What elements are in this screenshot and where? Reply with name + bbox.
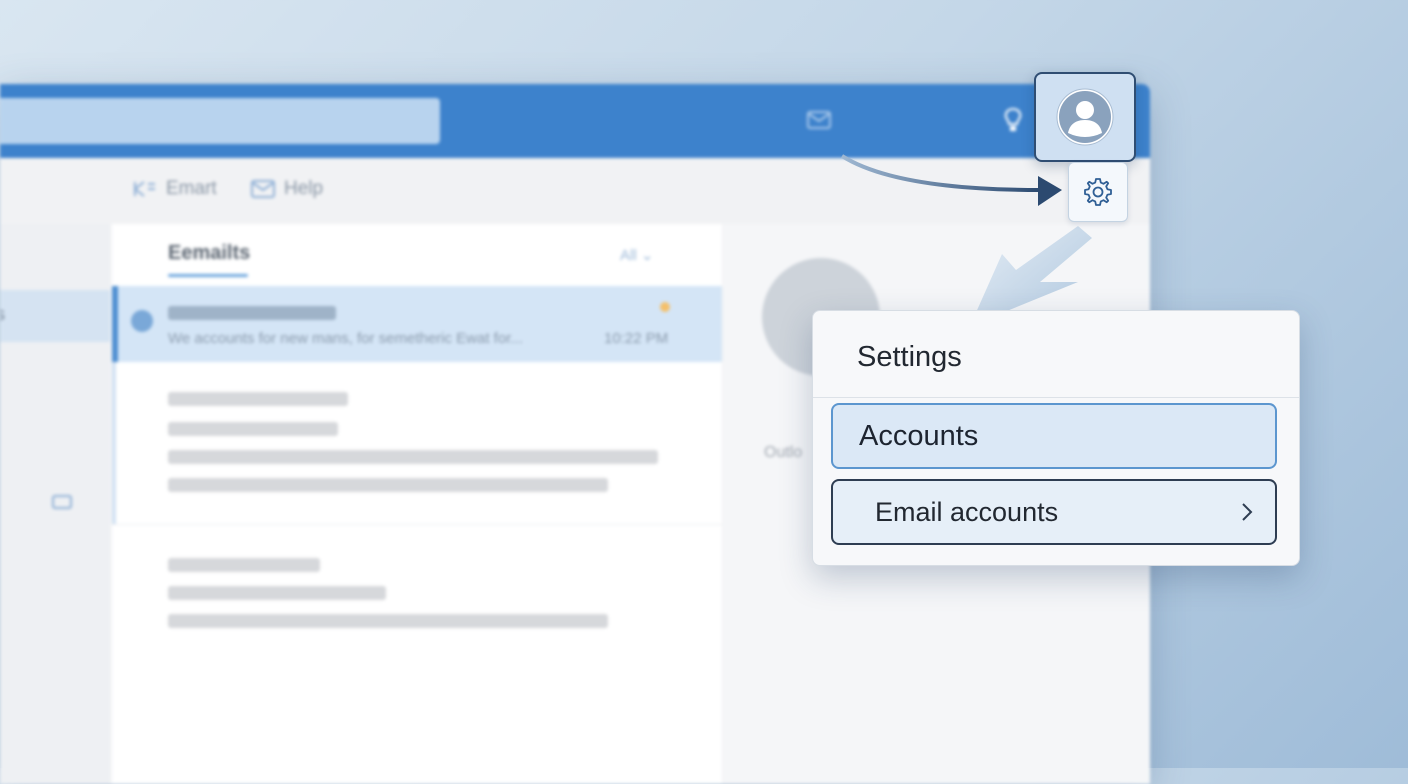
folder-item-selected[interactable] [0, 290, 110, 342]
selection-check-icon[interactable] [131, 310, 153, 332]
settings-gear-button[interactable] [1068, 162, 1128, 222]
avatar-icon [1056, 88, 1114, 146]
email-time: 10:22 PM [604, 330, 669, 347]
placeholder-line [168, 586, 386, 600]
help-command[interactable]: Help [250, 178, 323, 200]
popup-divider [813, 397, 1299, 398]
menu-item-label: Email accounts [875, 496, 1059, 527]
placeholder-line [168, 614, 608, 628]
title-bar [0, 84, 1150, 158]
menu-item-accounts[interactable]: Accounts [831, 403, 1277, 469]
selection-accent [112, 286, 118, 362]
placeholder-line [168, 478, 608, 492]
new-email-icon [134, 181, 155, 197]
command-label: Emart [166, 178, 217, 199]
list-accent-line [112, 362, 116, 524]
placeholder-line [168, 392, 348, 406]
folder-icon[interactable] [52, 494, 72, 510]
new-email-command[interactable]: Emart [132, 178, 217, 200]
settings-popup: Settings Accounts Email accounts [812, 310, 1300, 566]
email-list-pane: Eemailts All ⌄ We accounts for new mans,… [112, 224, 722, 784]
search-input[interactable] [0, 98, 440, 144]
reading-pane-label: Outlo [764, 444, 803, 461]
email-list-title[interactable]: Eemailts [168, 242, 250, 265]
mail-icon [251, 180, 275, 198]
lightbulb-icon[interactable] [1000, 106, 1026, 134]
profile-button[interactable] [1034, 72, 1136, 162]
chevron-right-icon [1242, 503, 1253, 521]
mail-icon[interactable] [806, 108, 832, 132]
filter-label: All [620, 247, 637, 264]
tab-underline [168, 274, 248, 277]
menu-item-label: Accounts [859, 419, 979, 452]
command-label: Help [284, 178, 324, 199]
email-row-selected[interactable]: We accounts for new mans, for semetheric… [112, 286, 722, 362]
row-divider [112, 524, 722, 525]
placeholder-line [168, 558, 320, 572]
flag-icon[interactable] [660, 302, 670, 312]
placeholder-line [168, 422, 338, 436]
command-bar: Emart Help [0, 158, 1150, 224]
gear-icon [1084, 178, 1112, 206]
menu-item-email-accounts[interactable]: Email accounts [831, 479, 1277, 545]
folder-item-label: s [0, 304, 5, 324]
sender-placeholder [168, 306, 336, 320]
email-preview: We accounts for new mans, for semetheric… [168, 330, 523, 347]
folder-pane: s [0, 224, 110, 784]
popup-title: Settings [857, 341, 962, 373]
filter-dropdown[interactable]: All ⌄ [620, 246, 653, 264]
placeholder-line [168, 450, 658, 464]
